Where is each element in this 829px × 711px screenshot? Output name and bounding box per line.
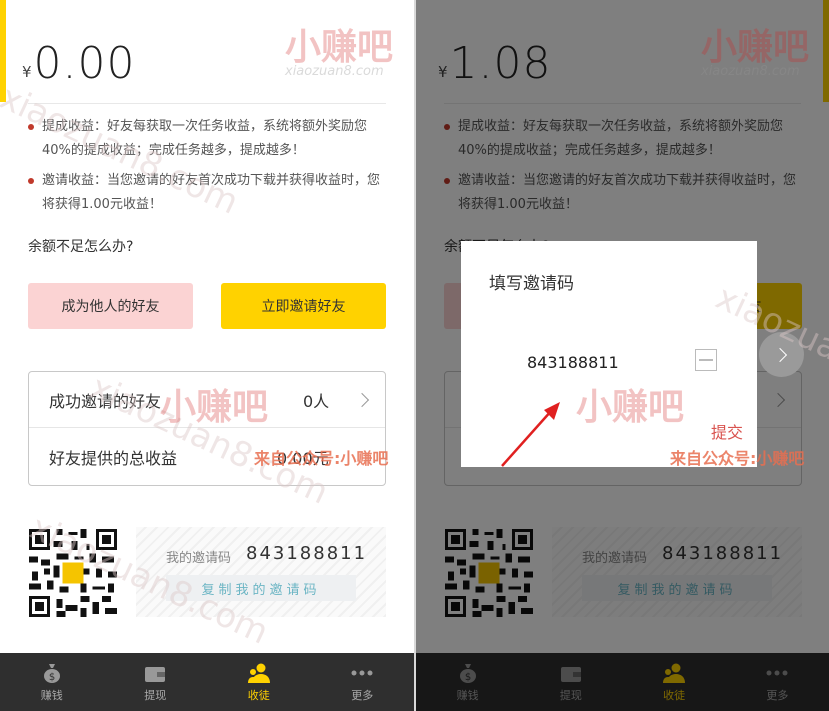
scan-icon[interactable]	[695, 349, 717, 371]
submit-button[interactable]: 提交	[711, 419, 743, 443]
total-earnings-label: 好友提供的总收益	[49, 449, 178, 468]
watermark-source: 来自公众号:小赚吧	[670, 449, 805, 468]
money-bag-icon: $	[41, 662, 63, 684]
watermark-brand-domain: xiaozuan8.com	[701, 64, 800, 79]
watermark-brand: 小赚吧	[701, 27, 810, 68]
currency-symbol: ¥	[22, 63, 32, 81]
divider	[28, 103, 386, 104]
svg-text:$: $	[49, 672, 55, 683]
more-icon	[351, 662, 373, 684]
tab-label: 提现	[144, 689, 167, 702]
tab-more[interactable]: 更多	[311, 653, 415, 711]
invited-friends-value: 0人	[303, 391, 330, 411]
watermark-brand: 小赚吧	[285, 27, 394, 68]
watermark-brand: 小赚吧	[160, 387, 269, 428]
tab-label: 更多	[351, 689, 374, 702]
invite-friend-button[interactable]: 立即邀请好友	[221, 283, 386, 329]
balance: ¥ 0.00	[22, 38, 136, 89]
tab-label: 赚钱	[40, 689, 63, 702]
wallet-icon	[144, 662, 166, 684]
tab-earn[interactable]: $ 赚钱	[0, 653, 104, 711]
apprentice-icon	[247, 662, 270, 684]
left-panel: ¥ 0.00 提成收益：好友每获取一次任务收益，系统将额外奖励您40%的提成收益…	[0, 0, 414, 711]
dialog-title: 填写邀请码	[489, 274, 574, 294]
invite-code: 843188811	[246, 543, 368, 564]
invite-code-label: 我的邀请码	[166, 551, 232, 566]
tab-withdraw[interactable]: 提现	[104, 653, 208, 711]
chevron-right-icon	[772, 347, 787, 362]
tab-apprentice[interactable]: 收徒	[207, 653, 311, 711]
right-panel: ¥ 1.08 提成收益：好友每获取一次任务收益，系统将额外奖励您40%的提成收益…	[416, 0, 829, 711]
tab-label: 收徒	[247, 689, 270, 702]
question-text: 余额不足怎么办?	[28, 239, 134, 255]
watermark-source: 来自公众号:小赚吧	[254, 449, 389, 468]
bottom-tab-bar: $ 赚钱 提现 收徒 更多	[0, 653, 414, 711]
screenshot: ¥ 0.00 提成收益：好友每获取一次任务收益，系统将额外奖励您40%的提成收益…	[0, 0, 829, 711]
become-friend-button[interactable]: 成为他人的好友	[28, 283, 193, 329]
watermark-brand: 小赚吧	[576, 387, 685, 428]
chevron-right-icon	[354, 392, 370, 407]
arrow-annotation-icon	[501, 402, 560, 467]
watermark-brand-domain: xiaozuan8.com	[285, 64, 384, 79]
invite-code-input[interactable]: 843188811	[527, 353, 619, 372]
balance-amount: 0.00	[33, 38, 136, 89]
